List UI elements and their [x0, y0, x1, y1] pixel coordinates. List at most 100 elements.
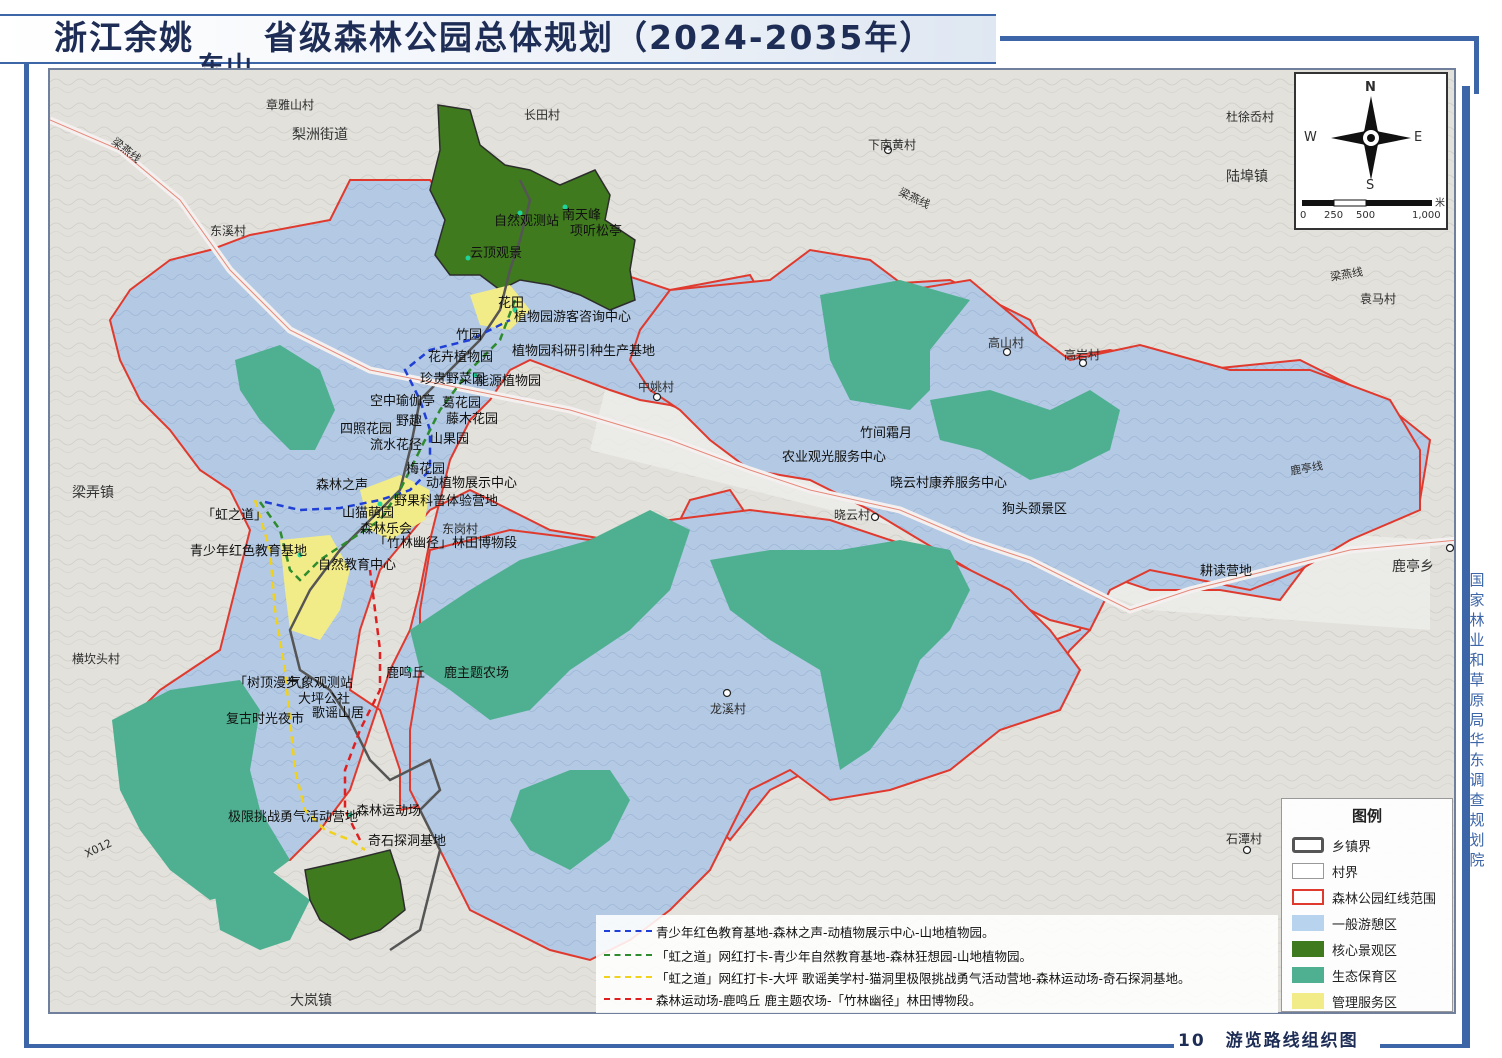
- legend-label-core: 核心景观区: [1332, 944, 1398, 959]
- route-legend: 青少年红色教育基地-森林之声-动植物展示中心-山地植物园。 「虹之道」网红打卡-…: [596, 915, 1278, 1013]
- spot-29[interactable]: 竹间霜月: [860, 422, 912, 441]
- legend-item-core: 核心景观区: [1292, 939, 1452, 959]
- compass-e: E: [1414, 130, 1423, 145]
- frame-right-accent: [1462, 86, 1470, 1046]
- route-legend-item-2[interactable]: 「虹之道」网红打卡-青少年自然教育基地-森林狂想园-山地植物园。: [600, 945, 1280, 965]
- spot-6[interactable]: 植物园游客咨询中心: [514, 306, 631, 325]
- legend-item-mgmt: 管理服务区: [1292, 991, 1452, 1011]
- scale-tick-3: 1,000: [1412, 210, 1441, 221]
- place-yuanma: 袁马村: [1360, 292, 1397, 306]
- spot-34[interactable]: 鹿鸣丘: [386, 662, 425, 681]
- place-longxi: 龙溪村: [710, 702, 747, 716]
- place-xiananhuang: 下南黄村: [868, 138, 917, 152]
- route-text-3: 「虹之道」网红打卡-大坪 歌谣美学村-猫洞里极限挑战勇气活动营地-森林运动场-奇…: [656, 971, 1191, 986]
- spot-42[interactable]: 森林运动场: [356, 800, 421, 819]
- route-legend-item-4[interactable]: 森林运动场-鹿鸣丘 鹿主题农场-「竹林幽径」林田博物段。: [600, 989, 1280, 1009]
- legend-label-redline: 森林公园红线范围: [1332, 892, 1437, 907]
- route-line-red: [604, 998, 652, 1000]
- legend-swatch-mgmt: [1292, 993, 1324, 1009]
- compass-w: W: [1304, 130, 1317, 145]
- spot-18[interactable]: 山果园: [430, 428, 469, 447]
- legend-swatch-general: [1292, 915, 1324, 931]
- spot-3[interactable]: 项听松亭: [570, 220, 622, 239]
- place-dalan: 大岚镇: [290, 993, 332, 1009]
- place-zhangyashan: 章雅山村: [266, 98, 315, 112]
- spot-30[interactable]: 农业观光服务中心: [782, 446, 886, 465]
- spot-12[interactable]: 空中瑜伽亭: [370, 390, 435, 409]
- title-prefix: 浙江余姚: [54, 18, 194, 57]
- legend-item-eco: 生态保育区: [1292, 965, 1452, 985]
- place-changtian: 长田村: [524, 108, 561, 122]
- spot-27[interactable]: 青少年红色教育基地: [190, 540, 307, 559]
- spot-41[interactable]: 极限挑战勇气活动营地: [228, 806, 358, 825]
- scale-tick-0: 0: [1300, 210, 1307, 221]
- spot-19[interactable]: 森林之声: [316, 474, 368, 493]
- spot-40[interactable]: 歌谣山居: [312, 702, 364, 721]
- place-shitan: 石潭村: [1226, 832, 1263, 846]
- spot-16[interactable]: 藤木花园: [446, 408, 498, 427]
- place-hengkan: 横坎头村: [72, 652, 121, 666]
- frame-right-bar: [1474, 36, 1479, 94]
- place-lizhou: 梨洲街道: [292, 127, 348, 143]
- scale-unit: 米: [1435, 198, 1445, 209]
- spot-8[interactable]: 花卉植物园: [428, 346, 493, 365]
- legend-swatch-township: [1292, 837, 1324, 853]
- spot-9[interactable]: 植物园科研引种生产基地: [512, 340, 655, 359]
- legend-swatch-village: [1292, 863, 1324, 879]
- compass-n: N: [1365, 80, 1376, 95]
- route-text-1: 青少年红色教育基地-森林之声-动植物展示中心-山地植物园。: [656, 925, 995, 940]
- frame-left-bar: [24, 36, 29, 1046]
- spot-17[interactable]: 流水花径: [370, 434, 422, 453]
- footer-caption: 10 游览路线组织图: [1178, 1026, 1359, 1051]
- frame-bottom-bar: [24, 1044, 1174, 1048]
- legend-item-general: 一般游憩区: [1292, 913, 1452, 933]
- footer-label: 游览路线组织图: [1225, 1031, 1359, 1051]
- spot-43[interactable]: 奇石探洞基地: [368, 830, 446, 849]
- spot-1[interactable]: 自然观测站: [494, 210, 559, 229]
- route-line-yellow: [604, 976, 652, 978]
- spot-35[interactable]: 鹿主题农场: [444, 662, 509, 681]
- spot-4[interactable]: 云顶观景: [470, 242, 522, 261]
- legend-item-redline: 森林公园红线范围: [1292, 887, 1452, 907]
- legend-label-mgmt: 管理服务区: [1332, 996, 1398, 1011]
- legend-label-township: 乡镇界: [1332, 840, 1372, 855]
- spot-32[interactable]: 狗头颈景区: [1002, 498, 1067, 517]
- place-duxu: 杜徐岙村: [1226, 110, 1275, 124]
- place-zhongyao: 中姚村: [638, 380, 675, 394]
- place-gaoyan: 高岩村: [1064, 348, 1101, 362]
- frame-bottom-right-bar: [1380, 1044, 1470, 1048]
- spot-26[interactable]: 「竹林幽径」林田博物段: [374, 532, 517, 551]
- spot-39[interactable]: 复古时光夜市: [226, 708, 304, 727]
- legend-swatch-core: [1292, 941, 1324, 957]
- route-legend-item-1[interactable]: 青少年红色教育基地-森林之声-动植物展示中心-山地植物园。: [600, 921, 1280, 941]
- spot-28[interactable]: 自然教育中心: [318, 554, 396, 573]
- footer-page: 10: [1178, 1031, 1206, 1051]
- page-title: 浙江余姚 东山 省级森林公园总体规划（2024-2035年）: [54, 18, 935, 82]
- spot-21[interactable]: 动植物展示中心: [426, 472, 517, 491]
- route-line-blue: [604, 930, 652, 932]
- spot-11[interactable]: 能源植物园: [476, 370, 541, 389]
- map-canvas[interactable]: 章雅山村 梨洲街道 长田村 下南黄村 杜徐岙村 陆埠镇 东溪村 袁马村 高山村 …: [48, 68, 1456, 1014]
- legend: 图例 乡镇界 村界 森林公园红线范围 一般游憩区 核心景观区 生态保育区 管理服…: [1281, 798, 1453, 1012]
- place-xiaoyun: 晓云村: [834, 508, 871, 522]
- route-text-2: 「虹之道」网红打卡-青少年自然教育基地-森林狂想园-山地植物园。: [656, 949, 1033, 964]
- spot-15[interactable]: 野趣: [396, 410, 422, 429]
- place-liangnong: 梁弄镇: [72, 485, 114, 501]
- route-legend-item-3[interactable]: 「虹之道」网红打卡-大坪 歌谣美学村-猫洞里极限挑战勇气活动营地-森林运动场-奇…: [600, 967, 1280, 987]
- frame-top-right-bar: [1000, 36, 1478, 41]
- title-rest: 省级森林公园总体规划（2024-2035年）: [264, 18, 935, 57]
- legend-item-township: 乡镇界: [1292, 835, 1452, 855]
- spot-33[interactable]: 耕读营地: [1200, 560, 1252, 579]
- spot-31[interactable]: 晓云村康养服务中心: [890, 472, 1007, 491]
- legend-swatch-redline: [1292, 889, 1324, 905]
- scale-tick-1: 250: [1324, 210, 1344, 221]
- spot-7[interactable]: 竹园: [456, 324, 482, 343]
- legend-label-eco: 生态保育区: [1332, 970, 1398, 985]
- legend-label-general: 一般游憩区: [1332, 918, 1398, 933]
- spot-22[interactable]: 野果科普体验营地: [394, 490, 498, 509]
- place-luobu: 陆埠镇: [1226, 169, 1268, 185]
- place-luting: 鹿亭乡: [1392, 559, 1434, 575]
- legend-swatch-eco: [1292, 967, 1324, 983]
- place-gaoshan: 高山村: [988, 336, 1025, 350]
- spot-23[interactable]: 「虹之道」: [202, 504, 267, 523]
